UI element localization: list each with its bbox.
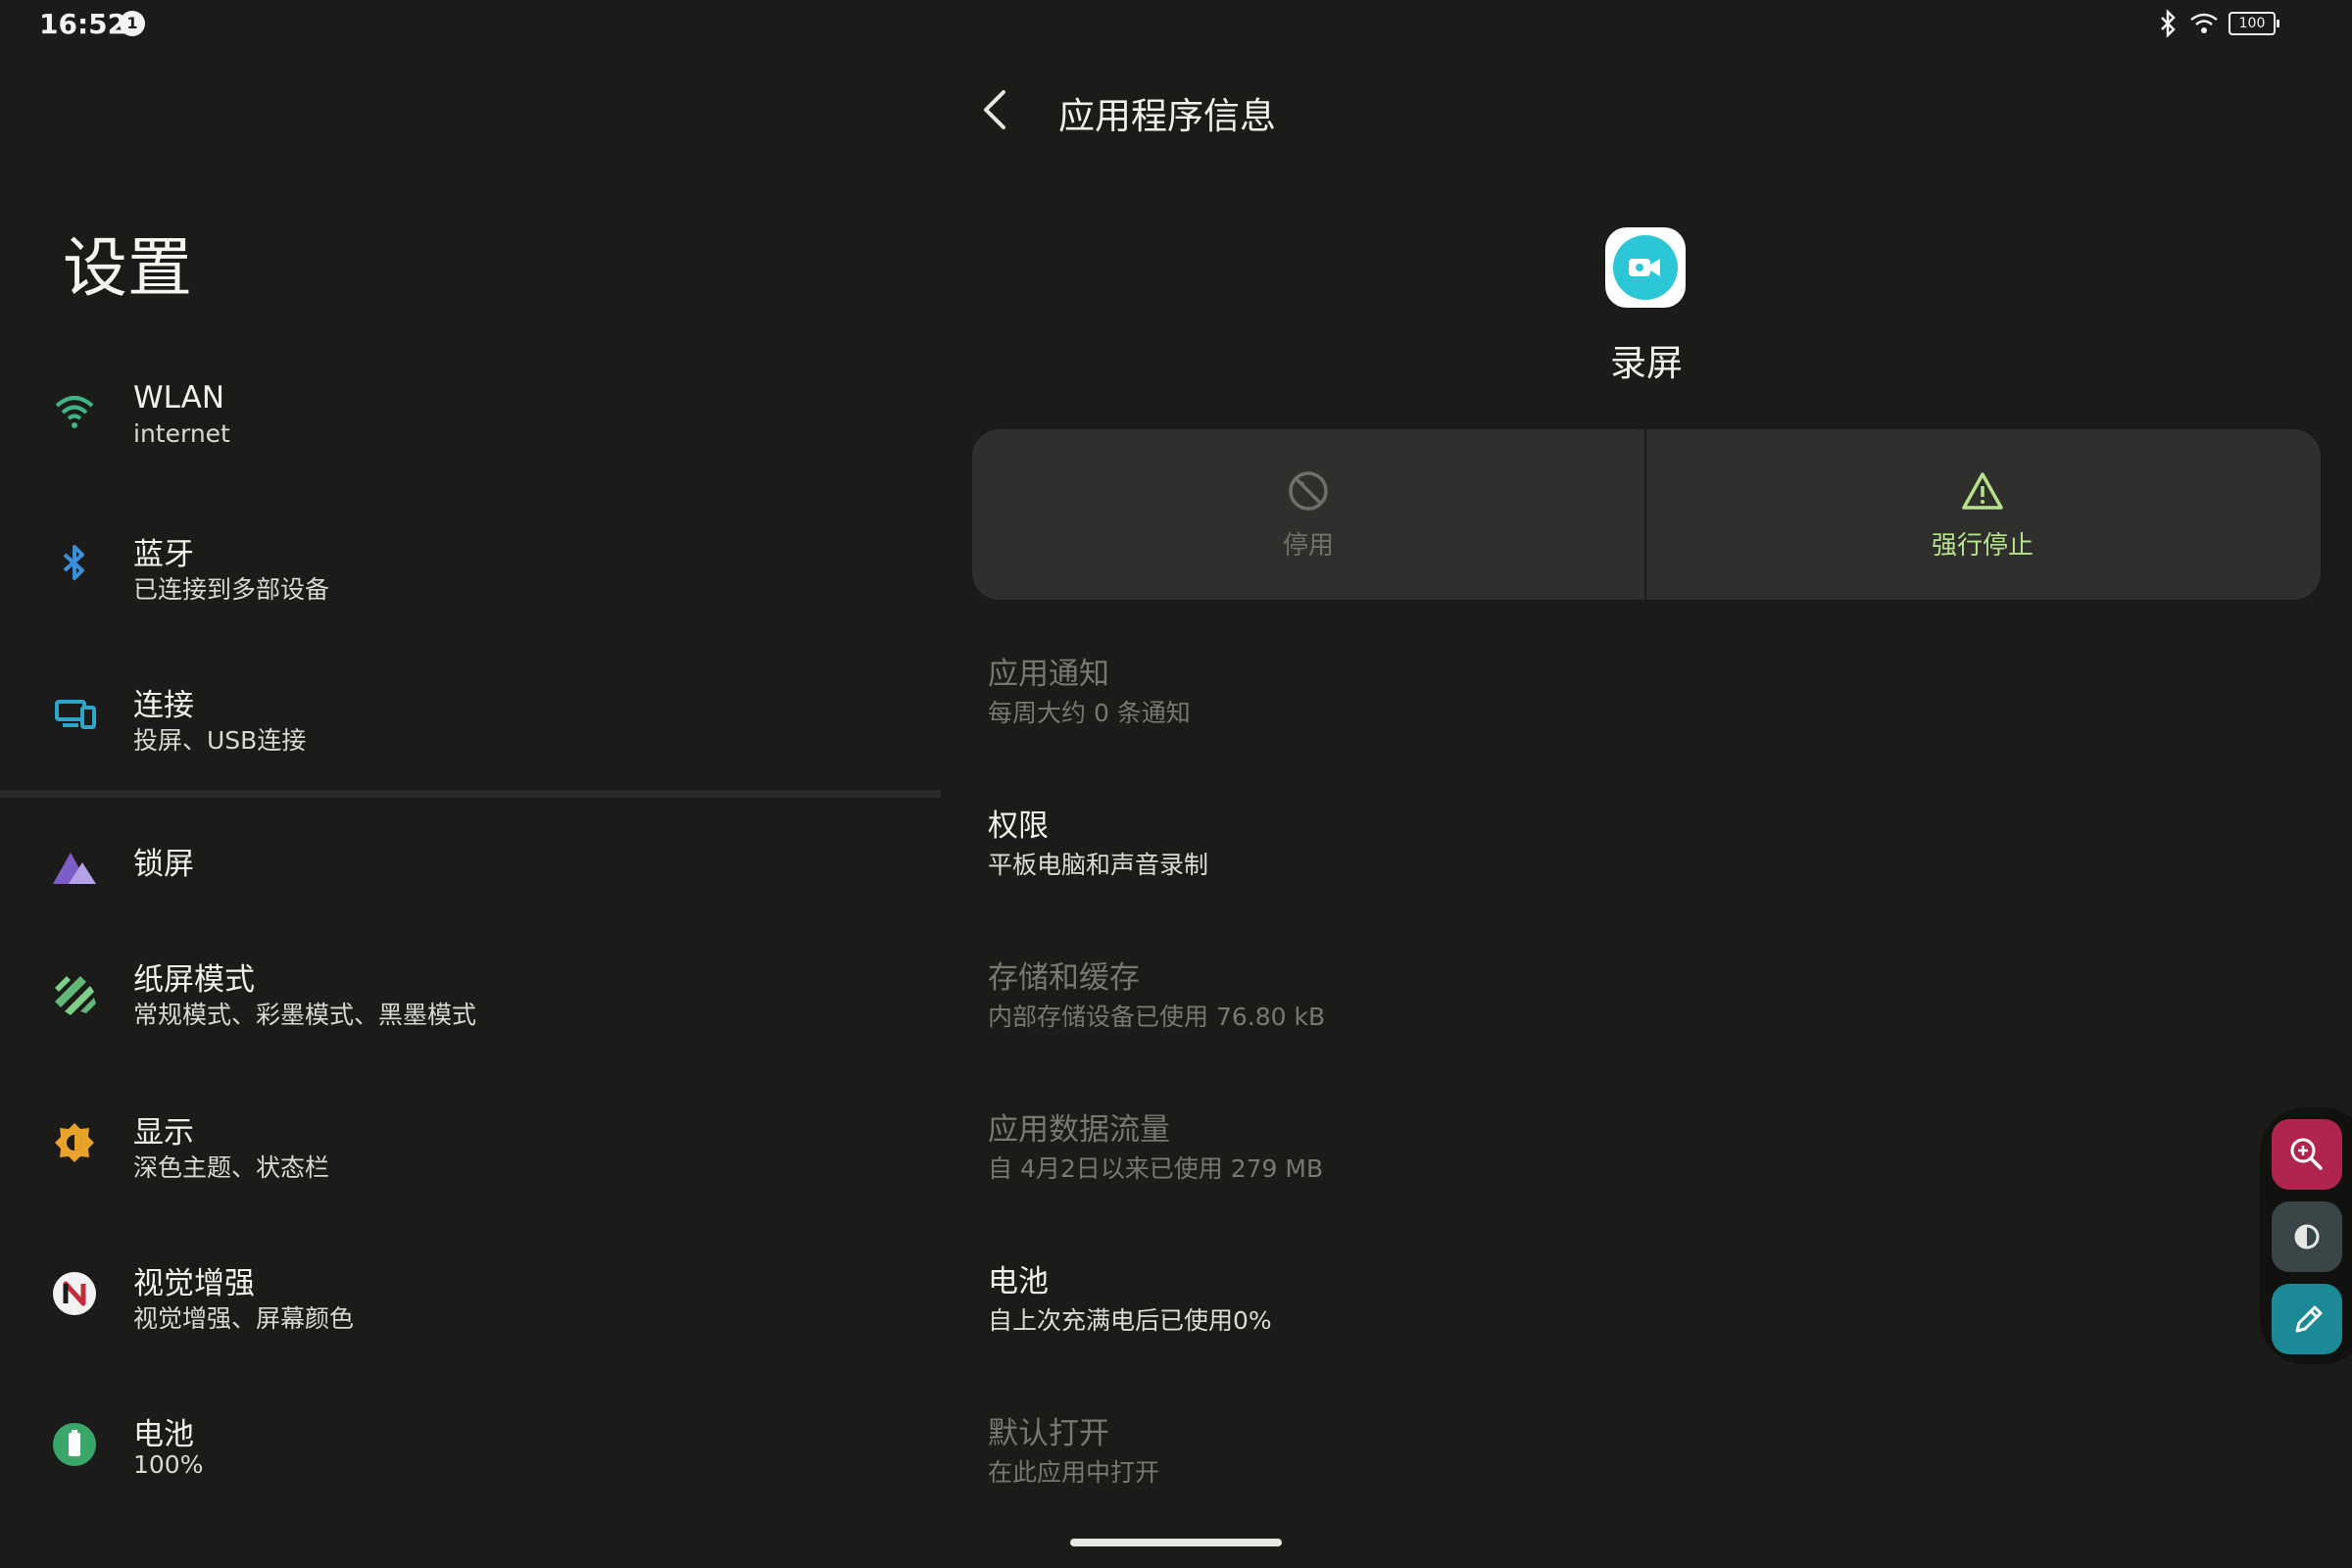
force-stop-label: 强行停止	[1931, 531, 2034, 561]
sidebar-item-paper-mode[interactable]: 纸屏模式 常规模式、彩墨模式、黑墨模式	[0, 941, 941, 1068]
notification-badge: 1	[120, 11, 145, 36]
battery-icon	[53, 1423, 96, 1466]
disable-label: 停用	[1282, 531, 1334, 561]
sidebar-item-title: 锁屏	[133, 847, 194, 882]
sidebar-item-wlan[interactable]: WLAN internet	[0, 353, 941, 480]
row-permissions[interactable]: 权限 平板电脑和声音录制	[988, 807, 2262, 883]
row-title: 存储和缓存	[988, 960, 1140, 996]
row-subtitle: 平板电脑和声音录制	[988, 851, 1209, 879]
sidebar-item-title: 电池	[133, 1417, 194, 1452]
wifi-icon	[55, 396, 94, 428]
row-title: 电池	[988, 1264, 1049, 1299]
paper-mode-icon	[55, 976, 96, 1015]
sidebar-item-subtitle: 投屏、USB连接	[133, 726, 307, 755]
app-name: 录屏	[1610, 342, 1683, 384]
row-subtitle: 在此应用中打开	[988, 1458, 1160, 1487]
sidebar-item-title: 蓝牙	[133, 537, 194, 572]
brightness-icon	[55, 1123, 94, 1162]
disable-icon	[1289, 471, 1328, 511]
screen-recorder-app-icon	[1605, 227, 1686, 308]
row-app-notifications[interactable]: 应用通知 每周大约 0 条通知	[988, 655, 2262, 731]
wifi-status-icon	[2190, 13, 2218, 33]
row-battery[interactable]: 电池 自上次充满电后已使用0%	[988, 1262, 2262, 1339]
app-action-bar: 停用 强行停止	[972, 429, 2321, 600]
sidebar-item-display[interactable]: 显示 深色主题、状态栏	[0, 1094, 941, 1221]
row-open-by-default[interactable]: 默认打开 在此应用中打开	[988, 1414, 2262, 1491]
row-subtitle: 每周大约 0 条通知	[988, 699, 1191, 727]
status-icons: 100	[2156, 10, 2279, 37]
bluetooth-status-icon	[2161, 10, 2176, 37]
back-arrow-icon[interactable]	[970, 82, 1019, 137]
sidebar-item-subtitle: 常规模式、彩墨模式、黑墨模式	[133, 1001, 477, 1029]
row-subtitle: 自 4月2日以来已使用 279 MB	[988, 1154, 1324, 1183]
visual-enhance-icon	[53, 1272, 96, 1315]
settings-title: 设置	[63, 230, 192, 306]
sidebar-item-connection[interactable]: 连接 投屏、USB连接	[0, 655, 941, 782]
battery-status-icon: 100	[2229, 12, 2279, 35]
sidebar-item-subtitle: internet	[133, 419, 230, 448]
row-title: 应用通知	[988, 657, 1109, 692]
status-time: 16:52	[39, 8, 127, 40]
zoom-button[interactable]	[2272, 1119, 2342, 1190]
sidebar-item-title: 连接	[133, 688, 194, 723]
zoom-in-icon	[2290, 1138, 2323, 1170]
sidebar-item-subtitle: 视觉增强、屏幕颜色	[133, 1304, 355, 1333]
sidebar-item-subtitle: 已连接到多部设备	[133, 575, 330, 604]
sidebar-item-subtitle: 100%	[133, 1450, 204, 1479]
row-subtitle: 自上次充满电后已使用0%	[988, 1306, 1272, 1335]
lockscreen-mountain-icon	[53, 853, 96, 884]
row-title: 应用数据流量	[988, 1112, 1170, 1148]
warning-icon	[1962, 472, 2003, 510]
disable-button[interactable]: 停用	[972, 429, 1644, 600]
home-gesture-bar[interactable]	[1070, 1539, 1282, 1546]
contrast-icon	[2294, 1224, 2320, 1250]
row-storage-cache[interactable]: 存储和缓存 内部存储设备已使用 76.80 kB	[988, 958, 2262, 1035]
floating-tool-panel	[2260, 1107, 2352, 1364]
section-divider	[0, 790, 941, 798]
sidebar-item-lockscreen[interactable]: 锁屏	[0, 813, 941, 941]
sidebar-item-visual-enhance[interactable]: 视觉增强 视觉增强、屏幕颜色	[0, 1245, 941, 1372]
sidebar-item-bluetooth[interactable]: 蓝牙 已连接到多部设备	[0, 504, 941, 631]
sidebar-item-subtitle: 深色主题、状态栏	[133, 1153, 330, 1182]
force-stop-button[interactable]: 强行停止	[1646, 429, 2319, 600]
sidebar-item-title: WLAN	[133, 380, 225, 416]
sidebar-item-battery[interactable]: 电池 100%	[0, 1396, 941, 1523]
devices-icon	[55, 700, 96, 729]
row-subtitle: 内部存储设备已使用 76.80 kB	[988, 1003, 1326, 1031]
page-title: 应用程序信息	[1058, 95, 1276, 137]
video-camera-icon	[1629, 259, 1660, 276]
pen-button[interactable]	[2272, 1284, 2342, 1354]
sidebar-item-title: 视觉增强	[133, 1266, 255, 1301]
row-title: 默认打开	[988, 1416, 1109, 1451]
pen-icon	[2295, 1305, 2323, 1333]
contrast-button[interactable]	[2272, 1201, 2342, 1272]
bluetooth-icon	[63, 545, 84, 580]
sidebar-item-title: 纸屏模式	[133, 962, 255, 998]
row-data-usage[interactable]: 应用数据流量 自 4月2日以来已使用 279 MB	[988, 1110, 2262, 1187]
sidebar-item-title: 显示	[133, 1115, 194, 1151]
row-title: 权限	[988, 808, 1049, 844]
